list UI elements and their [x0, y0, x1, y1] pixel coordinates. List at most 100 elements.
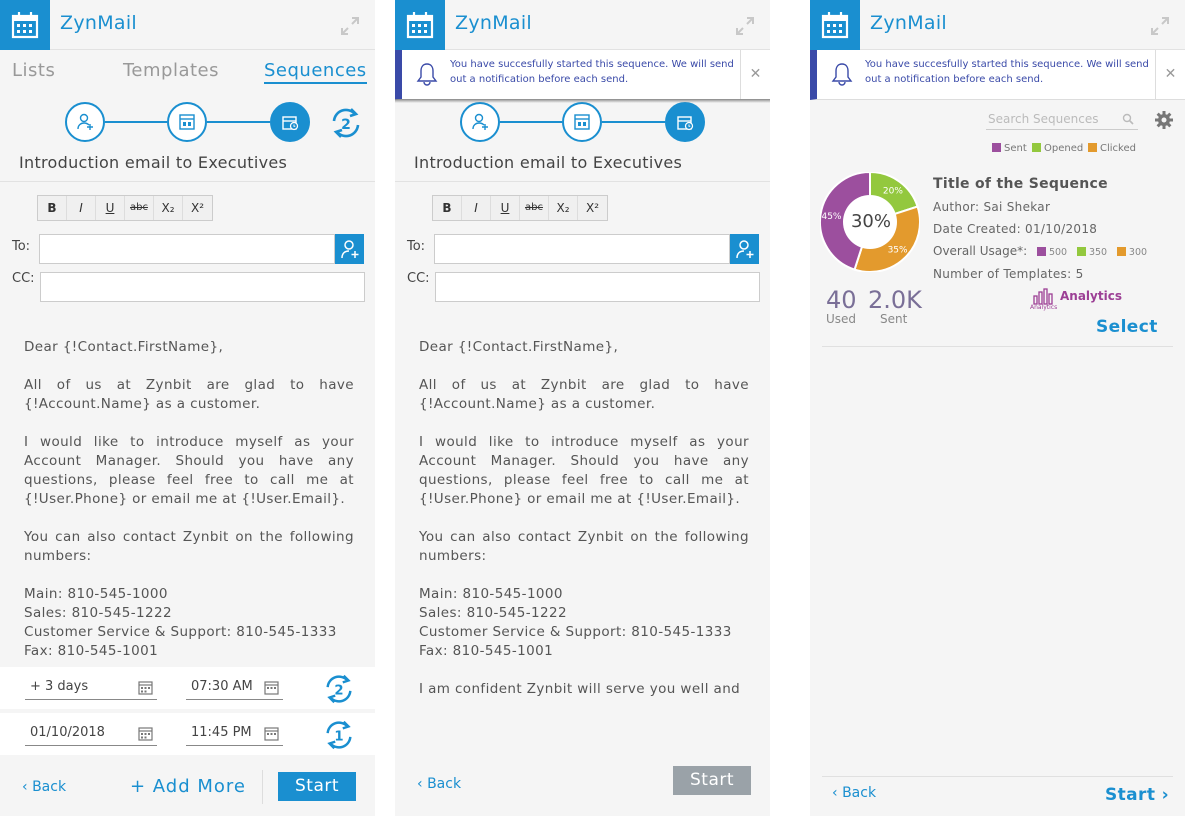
step-contacts-button[interactable]	[460, 102, 500, 142]
to-input[interactable]	[39, 234, 335, 264]
template-count: Number of Templates: 5	[933, 267, 1084, 281]
step-template-button[interactable]	[167, 102, 207, 142]
back-label: Back	[842, 785, 877, 801]
superscript-button[interactable]: X²	[578, 196, 607, 220]
step-schedule-button[interactable]	[270, 102, 310, 142]
email-body[interactable]: Dear {!Contact.FirstName}, All of us at …	[419, 338, 749, 706]
repeat-sequence-icon[interactable]: 2	[328, 105, 364, 145]
step-number: 1	[334, 730, 343, 745]
legend-item-sent: Sent	[992, 143, 1027, 154]
start-label: Start	[1105, 785, 1156, 805]
legend-label: Sent	[1004, 143, 1027, 154]
select-button[interactable]: Select	[1096, 317, 1158, 337]
donut-slice-label: 20%	[883, 186, 903, 196]
strikethrough-button[interactable]: abc	[125, 196, 154, 220]
send-time-field[interactable]: 11:45 PM	[186, 724, 283, 746]
calendar-icon[interactable]	[138, 680, 153, 701]
italic-button[interactable]: I	[462, 196, 491, 220]
bold-button[interactable]: B	[38, 196, 67, 220]
bold-button[interactable]: B	[433, 196, 462, 220]
step-schedule-button[interactable]	[665, 102, 705, 142]
cc-input[interactable]	[40, 272, 365, 302]
send-delay-value: + 3 days	[30, 679, 89, 694]
tab-lists[interactable]: Lists	[12, 60, 55, 81]
repeat-step-icon[interactable]: 1	[322, 718, 356, 756]
close-icon[interactable]: ✕	[1155, 50, 1185, 100]
step-template-button[interactable]	[562, 102, 602, 142]
step-connector	[105, 121, 167, 123]
strikethrough-button[interactable]: abc	[520, 196, 549, 220]
send-delay-field[interactable]: + 3 days	[25, 678, 157, 700]
donut-center-value: 30%	[850, 211, 891, 232]
legend-label: Opened	[1044, 143, 1084, 154]
divider	[822, 776, 1173, 777]
body-line: Fax: 810-545-1001	[419, 643, 554, 659]
step-contacts-button[interactable]	[65, 102, 105, 142]
success-notification: You have succesfully started this sequen…	[395, 50, 770, 100]
gear-icon[interactable]	[1154, 110, 1174, 134]
underline-button[interactable]: U	[96, 196, 125, 220]
back-button[interactable]: ‹ Back	[22, 779, 66, 795]
divider	[822, 346, 1173, 347]
sequence-steps	[395, 100, 770, 146]
email-body[interactable]: Dear {!Contact.FirstName}, All of us at …	[24, 338, 354, 663]
analytics-link[interactable]: Analytics Analytics	[1030, 288, 1122, 311]
body-line: Sales: 810-545-1222	[419, 605, 568, 621]
add-contact-button[interactable]	[730, 234, 759, 264]
clock-calendar-icon[interactable]	[264, 680, 279, 701]
legend-label: Clicked	[1100, 143, 1136, 154]
chevron-left-icon: ‹	[22, 779, 33, 795]
body-paragraph: I am confident Zynbit will serve you wel…	[419, 681, 741, 697]
calendar-icon[interactable]	[138, 726, 153, 747]
subscript-button[interactable]: X₂	[154, 196, 183, 220]
app-header: ZynMail	[810, 0, 1185, 50]
notification-text: You have succesfully started this sequen…	[865, 59, 1149, 85]
expand-icon[interactable]	[1150, 16, 1170, 40]
back-button[interactable]: ‹ Back	[832, 785, 876, 801]
cc-input[interactable]	[435, 272, 760, 302]
underline-button[interactable]: U	[491, 196, 520, 220]
bell-icon	[829, 61, 855, 91]
tab-sequences[interactable]: Sequences	[264, 60, 367, 84]
to-label: To:	[407, 239, 426, 254]
expand-icon[interactable]	[735, 16, 755, 40]
sequence-author: Author: Sai Shekar	[933, 200, 1051, 214]
add-more-button[interactable]: + Add More	[130, 776, 246, 797]
step-connector	[602, 121, 665, 123]
tab-templates[interactable]: Templates	[123, 60, 219, 81]
body-paragraph: All of us at Zynbit are glad to have {!A…	[419, 377, 749, 412]
send-time-field[interactable]: 07:30 AM	[186, 678, 283, 700]
cc-label: CC:	[407, 271, 430, 286]
back-button[interactable]: ‹ Back	[417, 776, 461, 792]
subscript-button[interactable]: X₂	[549, 196, 578, 220]
compose-panel: ZynMail Lists Templates Sequences 2 Intr…	[0, 0, 375, 816]
sequence-date-created: Date Created: 01/10/2018	[933, 222, 1098, 236]
usage-clicked-value: 300	[1128, 247, 1148, 258]
notification-text: You have succesfully started this sequen…	[450, 59, 734, 85]
legend-item-opened: Opened	[1032, 143, 1083, 154]
search-icon[interactable]	[1122, 113, 1134, 125]
sequence-steps: 2	[0, 100, 375, 146]
body-line: Sales: 810-545-1222	[24, 605, 173, 621]
analytics-icon-caption: Analytics	[1030, 304, 1058, 311]
search-sequences-input[interactable]: Search Sequences	[986, 110, 1138, 130]
start-button[interactable]: Start ›	[1105, 785, 1169, 805]
step-connector	[500, 121, 562, 123]
send-date-field[interactable]: 01/10/2018	[25, 724, 157, 746]
start-button-disabled[interactable]: Start	[673, 766, 751, 795]
start-button[interactable]: Start	[278, 772, 356, 801]
close-icon[interactable]: ✕	[740, 50, 770, 100]
to-input[interactable]	[434, 234, 730, 264]
app-header: ZynMail	[395, 0, 770, 50]
format-toolbar: B I U abc X₂ X²	[432, 195, 608, 221]
app-name: ZynMail	[60, 12, 137, 34]
nav-tabs: Lists Templates Sequences	[0, 50, 375, 94]
repeat-step-icon[interactable]: 2	[322, 672, 356, 710]
add-contact-button[interactable]	[335, 234, 364, 264]
superscript-button[interactable]: X²	[183, 196, 212, 220]
body-paragraph: I would like to introduce myself as your…	[24, 434, 354, 507]
italic-button[interactable]: I	[67, 196, 96, 220]
expand-icon[interactable]	[340, 16, 360, 40]
sequence-title[interactable]: Title of the Sequence	[933, 176, 1108, 192]
clock-calendar-icon[interactable]	[264, 726, 279, 747]
